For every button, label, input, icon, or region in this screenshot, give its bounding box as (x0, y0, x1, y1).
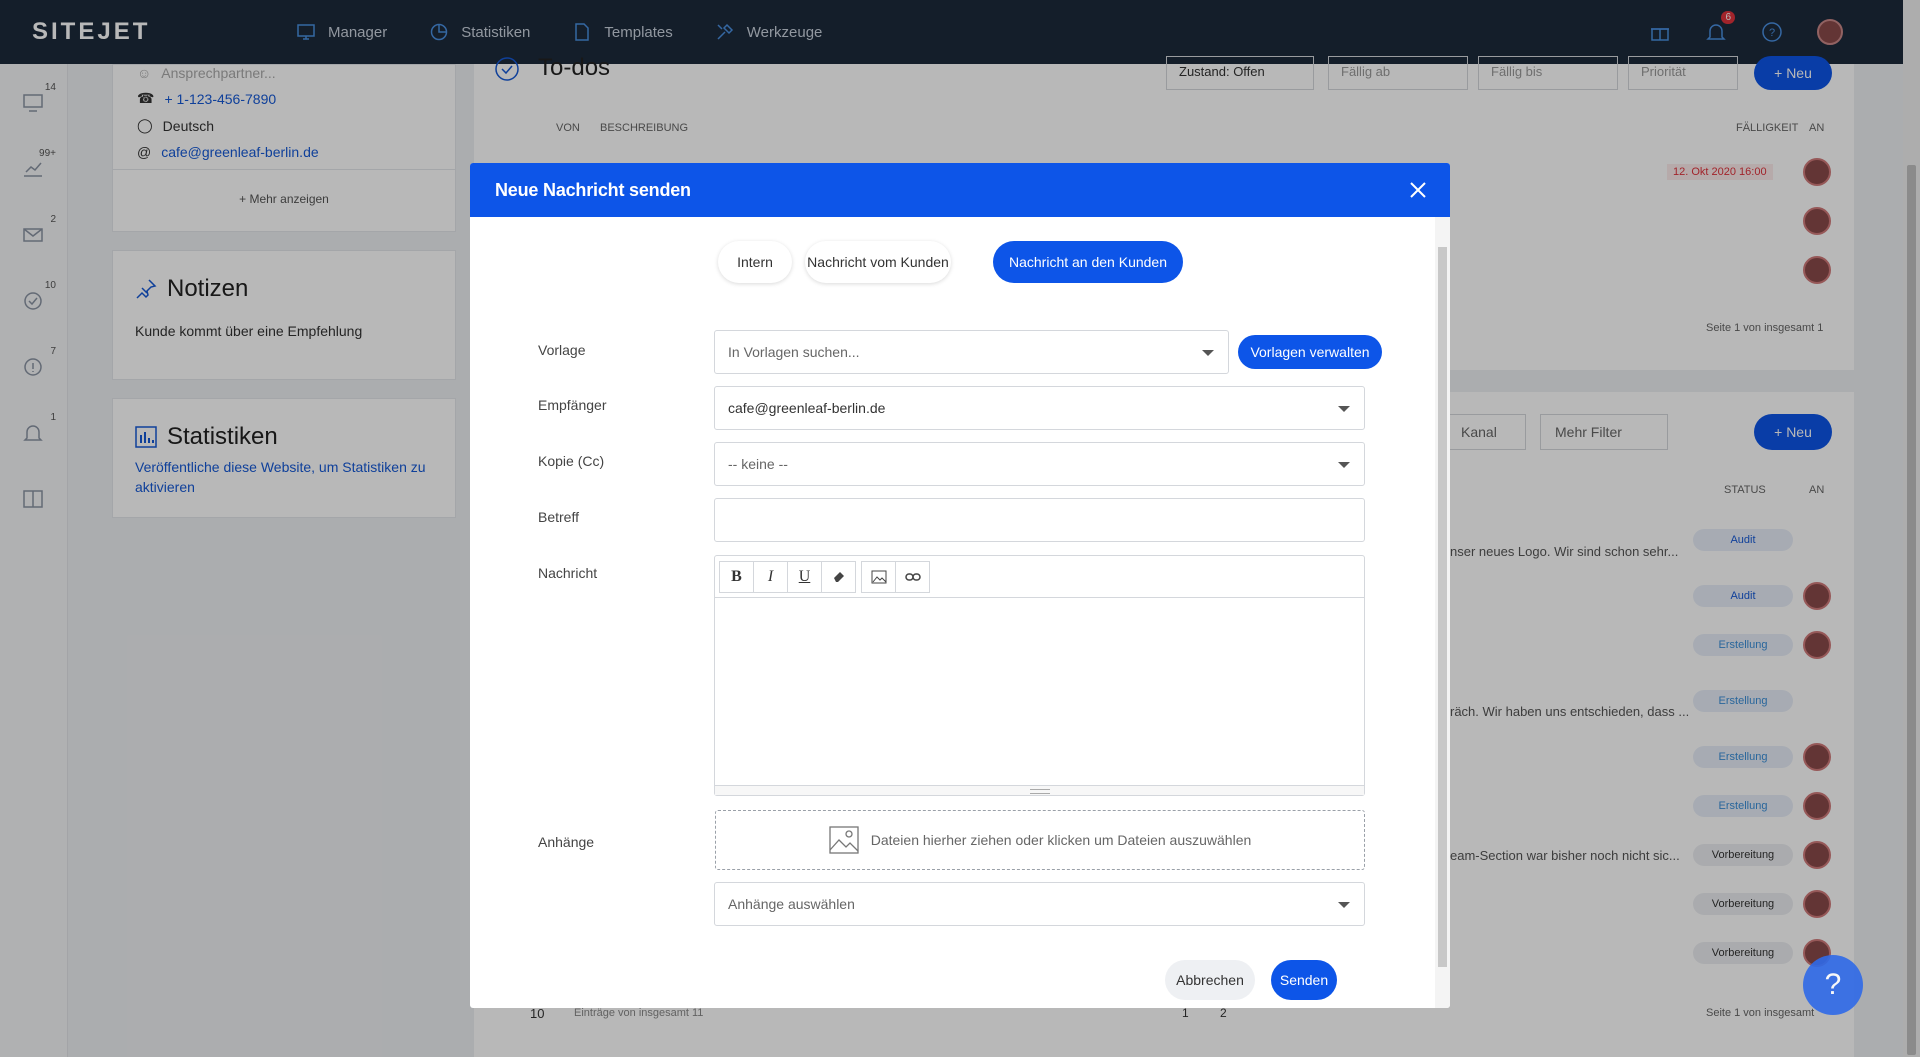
attachments-placeholder: Anhänge auswählen (728, 896, 855, 912)
chevron-down-icon (1338, 902, 1350, 908)
image-placeholder-icon (829, 826, 859, 854)
template-search-placeholder: In Vorlagen suchen... (728, 344, 860, 360)
link-icon[interactable] (895, 560, 930, 593)
cc-value: -- keine -- (728, 456, 788, 472)
label-nachricht: Nachricht (538, 565, 598, 581)
attachment-dropzone[interactable]: Dateien hierher ziehen oder klicken um D… (715, 810, 1365, 870)
eraser-icon[interactable] (821, 560, 856, 593)
chevron-down-icon (1338, 462, 1350, 468)
italic-icon[interactable]: I (753, 560, 788, 593)
label-betreff: Betreff (538, 509, 579, 525)
label-kopie: Kopie (Cc) (538, 453, 605, 469)
chevron-down-icon (1338, 406, 1350, 412)
dialog-title: Neue Nachricht senden (495, 179, 691, 200)
subject-input[interactable] (714, 498, 1365, 542)
label-vorlage: Vorlage (538, 342, 586, 358)
editor-resize-handle[interactable] (715, 785, 1364, 795)
recipient-select[interactable]: cafe@greenleaf-berlin.de (714, 386, 1365, 430)
tab-nachricht-vom-kunden[interactable]: Nachricht vom Kunden (805, 241, 951, 283)
underline-icon[interactable]: U (787, 560, 822, 593)
label-empfaenger: Empfänger (538, 397, 607, 413)
chevron-down-icon (1202, 350, 1214, 356)
dialog-header: Neue Nachricht senden (470, 163, 1450, 217)
dialog-scrollbar[interactable] (1435, 217, 1450, 1008)
tab-nachricht-an-den-kunden[interactable]: Nachricht an den Kunden (993, 241, 1183, 283)
image-icon[interactable] (861, 560, 896, 593)
cancel-button[interactable]: Abbrechen (1165, 960, 1255, 1000)
manage-templates-button[interactable]: Vorlagen verwalten (1238, 335, 1382, 369)
help-fab-button[interactable]: ? (1803, 955, 1863, 1015)
recipient-value: cafe@greenleaf-berlin.de (728, 400, 886, 416)
message-editor[interactable]: B I U (714, 555, 1365, 796)
close-icon[interactable] (1408, 180, 1428, 200)
tab-intern[interactable]: Intern (718, 241, 792, 283)
new-message-dialog: Neue Nachricht senden Intern Nachricht v… (470, 163, 1450, 1008)
dropzone-text: Dateien hierher ziehen oder klicken um D… (870, 832, 1252, 848)
attachments-select[interactable]: Anhänge auswählen (714, 882, 1365, 926)
cc-select[interactable]: -- keine -- (714, 442, 1365, 486)
label-anhaenge: Anhänge (538, 834, 595, 850)
template-search-select[interactable]: In Vorlagen suchen... (714, 330, 1229, 374)
editor-toolbar: B I U (715, 556, 1364, 598)
send-button[interactable]: Senden (1271, 960, 1337, 1000)
bold-icon[interactable]: B (719, 560, 754, 593)
